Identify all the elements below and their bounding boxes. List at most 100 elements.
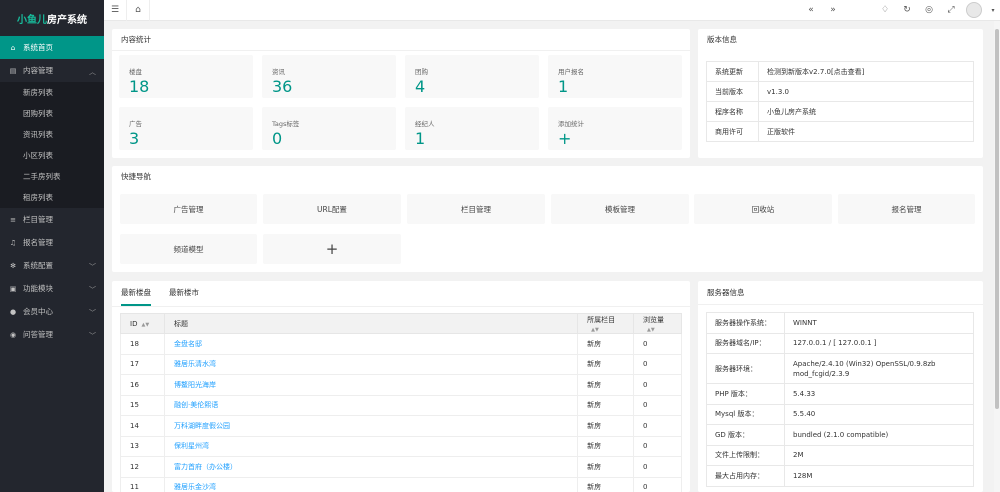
add-stat-tile[interactable]: 添加统计 + (548, 107, 682, 150)
sidebar-item-columns[interactable]: ≡ 栏目管理 (0, 208, 104, 231)
table-row: 16 博鳌阳光海岸 新房 0 (120, 374, 682, 396)
document-icon: ▤ (9, 66, 17, 75)
sidebar-item-config[interactable]: ✻ 系统配置 ﹀ (0, 254, 104, 277)
server-key: 服务器环境： (706, 353, 785, 384)
chevron-down-icon: ﹀ (89, 286, 96, 294)
stat-tile[interactable]: 团购 4 (405, 55, 539, 98)
scrollbar-thumb[interactable] (995, 29, 999, 409)
update-link[interactable]: 检测到新版本v2.7.0[点击查看] (758, 61, 974, 82)
submenu-item-secondhand[interactable]: 二手房列表 (0, 166, 104, 187)
listing-title-link[interactable]: 保利星州湾 (163, 435, 579, 457)
server-key: 服务器操作系统： (706, 312, 785, 334)
sort-icon[interactable]: ▲▼ (141, 322, 149, 328)
listing-title-link[interactable]: 雅居乐金沙湾 (163, 476, 579, 492)
content-stats-card: 内容统计 楼盘 18 资讯 36 团购 4 用户报名 1 广告 3 Tags标签 0 经纪人… (112, 29, 690, 158)
fullscreen-icon[interactable]: ⤢ (940, 0, 962, 21)
listing-title-link[interactable]: 雅居乐清水湾 (163, 353, 579, 375)
column-header-id[interactable]: ID ▲▼ (120, 313, 165, 334)
cell-id: 18 (120, 333, 165, 355)
logo-text-a: 小鱼儿 (17, 14, 47, 26)
sidebar-item-content[interactable]: ▤ 内容管理 ︿ (0, 59, 104, 82)
stat-tile[interactable]: 广告 3 (119, 107, 253, 150)
stat-label: 用户报名 (558, 68, 584, 76)
stat-tile[interactable]: 资讯 36 (262, 55, 396, 98)
server-value: 127.0.0.1 / [ 127.0.0.1 ] (784, 332, 974, 354)
version-value: 小鱼儿房产系统 (758, 101, 974, 122)
column-header-category[interactable]: 所属栏目 ▲▼ (577, 313, 635, 334)
stat-value: 18 (129, 77, 150, 96)
cell-id: 13 (120, 435, 165, 457)
chevron-down-icon: ﹀ (89, 332, 96, 340)
add-icon: + (558, 129, 572, 148)
cell-id: 17 (120, 353, 165, 375)
tab-prev-icon[interactable]: « (800, 0, 822, 21)
home-tab-icon[interactable]: ⌂ (126, 0, 150, 21)
sort-icon[interactable]: ▲▼ (647, 327, 655, 333)
home-icon: ⌂ (10, 43, 16, 52)
submenu-item-community[interactable]: 小区列表 (0, 145, 104, 166)
version-key: 商用许可 (706, 121, 759, 142)
quick-nav-channel-model[interactable]: 频道模型 (120, 234, 257, 264)
stat-tile[interactable]: Tags标签 0 (262, 107, 396, 150)
cell-views: 0 (633, 415, 682, 437)
quick-nav-url[interactable]: URL配置 (263, 194, 401, 224)
listing-title-link[interactable]: 博鳌阳光海岸 (163, 374, 579, 396)
quick-nav-columns[interactable]: 栏目管理 (407, 194, 545, 224)
tab-latest-estates[interactable]: 最新楼盘 (121, 281, 151, 306)
page-scrollbar[interactable] (994, 21, 1000, 492)
sidebar-item-label: 报名管理 (23, 238, 53, 247)
version-key: 当前版本 (706, 81, 759, 102)
server-value: 2M (784, 444, 974, 466)
theme-icon[interactable]: ◎ (918, 0, 940, 21)
sort-icon[interactable]: ▲▼ (591, 327, 599, 333)
chevron-down-icon[interactable]: ▾ (986, 0, 1000, 21)
quick-nav-recycle[interactable]: 回收站 (694, 194, 832, 224)
sidebar-item-members[interactable]: ● 会员中心 ﹀ (0, 300, 104, 323)
gear-icon: ✻ (10, 261, 16, 270)
listing-title-link[interactable]: 万科湖畔度假公园 (163, 415, 579, 437)
listing-title-link[interactable]: 融创·美伦熙语 (163, 394, 579, 416)
stat-value: 0 (272, 129, 283, 148)
sidebar-item-label: 系统首页 (23, 43, 53, 52)
header-label: ID (130, 319, 138, 328)
cell-id: 12 (120, 456, 165, 478)
card-title: 内容统计 (112, 29, 690, 51)
app-logo[interactable]: 小鱼儿 房产系统 (0, 0, 104, 36)
add-quick-nav-button[interactable]: + (263, 234, 401, 264)
quick-nav-templates[interactable]: 模板管理 (551, 194, 689, 224)
submenu-item-groupbuy[interactable]: 团购列表 (0, 103, 104, 124)
submenu-item-newhouse[interactable]: 新房列表 (0, 82, 104, 103)
stat-label: 团购 (415, 68, 428, 76)
stat-tile[interactable]: 用户报名 1 (548, 55, 682, 98)
listing-title-link[interactable]: 富力首府（办公楼） (163, 456, 579, 478)
table-row: 12 富力首府（办公楼） 新房 0 (120, 456, 682, 478)
sidebar-item-home[interactable]: ⌂ 系统首页 (0, 36, 104, 59)
stat-tile[interactable]: 经纪人 1 (405, 107, 539, 150)
column-header-views[interactable]: 浏览量 ▲▼ (633, 313, 682, 334)
listing-title-link[interactable]: 金盘名邸 (163, 333, 579, 355)
table-row: 13 保利星州湾 新房 0 (120, 435, 682, 457)
quick-nav-ads[interactable]: 广告管理 (120, 194, 257, 224)
server-card: 服务器信息 服务器操作系统： WINNT 服务器域名/IP： 127.0.0.1 /… (698, 281, 983, 492)
header-label: 所属栏目 (587, 315, 616, 324)
cell-category: 新房 (577, 435, 635, 457)
chat-icon: ◉ (9, 330, 17, 339)
menu-toggle-icon[interactable]: ☰ (104, 0, 126, 21)
submenu-item-news[interactable]: 资讯列表 (0, 124, 104, 145)
refresh-icon[interactable]: ↻ (896, 0, 918, 21)
tab-latest-market[interactable]: 最新楼市 (169, 281, 199, 306)
stat-tile[interactable]: 楼盘 18 (119, 55, 253, 98)
sidebar-item-qa[interactable]: ◉ 问答管理 ﹀ (0, 323, 104, 346)
sidebar-item-modules[interactable]: ▣ 功能模块 ﹀ (0, 277, 104, 300)
cell-category: 新房 (577, 476, 635, 492)
stat-value: 1 (558, 77, 569, 96)
quick-nav-signups[interactable]: 报名管理 (838, 194, 975, 224)
avatar[interactable] (966, 2, 982, 18)
stat-label: 广告 (129, 120, 142, 128)
cell-views: 0 (633, 353, 682, 375)
tab-next-icon[interactable]: » (822, 0, 844, 21)
stat-label: 经纪人 (415, 120, 435, 128)
submenu-item-rental[interactable]: 租房列表 (0, 187, 104, 208)
notification-icon[interactable]: ♢ (874, 0, 896, 21)
sidebar-item-signups[interactable]: ♫ 报名管理 (0, 231, 104, 254)
